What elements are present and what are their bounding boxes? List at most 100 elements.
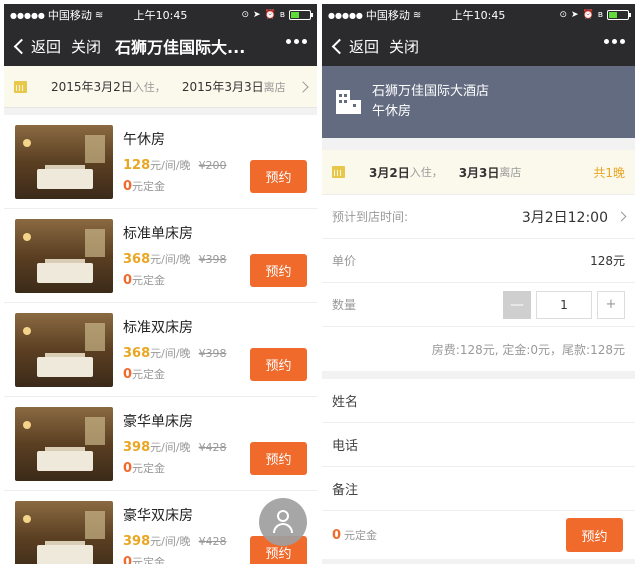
deposit-label: 元定金 [132, 556, 166, 564]
original-price: ¥428 [198, 441, 227, 454]
back-button[interactable]: 返回 [331, 36, 380, 57]
price-value: 368 [123, 346, 151, 361]
checkout-date: 3月3日 [458, 165, 500, 180]
calendar-icon [332, 166, 345, 178]
unit-price-value: 128元 [590, 254, 625, 268]
checkin-suffix: 入住， [409, 166, 443, 179]
back-button[interactable]: 返回 [13, 36, 62, 57]
book-button[interactable]: 预约 [250, 348, 307, 381]
price-value: 398 [123, 534, 151, 549]
status-bar: ●●●●● 中国移动 ≋ 上午10:45 ⊙ ➤ ⏰ ʙ [322, 4, 635, 26]
chevron-left-icon [331, 38, 348, 54]
deposit-label: 元定金 [344, 529, 378, 542]
room-price: 368元/间/晚 ¥398 [123, 251, 227, 267]
room-price: 128元/间/晚 ¥200 [123, 157, 227, 173]
close-button[interactable]: 关闭 [389, 36, 419, 57]
checkin-suffix: 入住， [132, 80, 166, 94]
room-photo [15, 312, 113, 387]
room-name: 豪华双床房 [123, 508, 193, 524]
note-field[interactable]: 备注 [322, 467, 635, 511]
decrement-button[interactable]: — [503, 290, 531, 319]
original-price: ¥398 [198, 253, 227, 266]
original-price: ¥398 [198, 347, 227, 360]
hotel-name: 石狮万佳国际大酒店 [372, 84, 490, 99]
book-button[interactable]: 预约 [250, 254, 307, 287]
room-name: 标准双床房 [123, 320, 193, 336]
battery-icon [289, 10, 313, 20]
building-icon [336, 90, 362, 114]
original-price: ¥428 [198, 535, 227, 548]
nav-bar: 返回 关闭 石狮万佳国际大... [4, 26, 317, 66]
room-photo [15, 406, 113, 481]
back-label: 返回 [31, 37, 62, 56]
more-icon[interactable] [604, 39, 625, 44]
room-list-item[interactable]: 标准单床房 368元/间/晚 ¥398 0元定金 预约 [4, 209, 317, 303]
book-button[interactable]: 预约 [250, 442, 307, 475]
unit-price-row: 单价 128元 [322, 239, 635, 283]
price-value: 128 [123, 158, 151, 173]
deposit-amount: 0 [123, 555, 133, 564]
user-icon [277, 510, 289, 522]
deposit-label: 元定金 [132, 180, 166, 193]
room-photo [15, 500, 113, 564]
user-center-button[interactable] [259, 498, 307, 546]
book-button[interactable]: 预约 [566, 518, 623, 552]
room-list-screen: ●●●●● 中国移动 ≋ 上午10:45 ⊙ ➤ ⏰ ʙ 返回 关闭 石狮万佳国… [4, 4, 317, 564]
unit-price-label: 单价 [332, 254, 357, 268]
room-name: 标准单床房 [123, 226, 193, 242]
arrival-time-value: 3月2日12:00 [521, 209, 608, 226]
quantity-stepper: — 1 + [503, 290, 625, 319]
arrival-time-label: 预计到店时间: [332, 210, 409, 224]
checkin-date: 3月2日 [369, 165, 410, 180]
price-unit: 元/间/晚 [150, 535, 191, 548]
calendar-icon [14, 80, 27, 93]
original-price: ¥200 [198, 159, 227, 172]
quantity-input[interactable]: 1 [536, 290, 592, 319]
close-button[interactable]: 关闭 [71, 36, 101, 57]
deposit-amount: 0 [123, 461, 133, 476]
checkout-suffix: 离店 [263, 80, 286, 94]
checkout-suffix: 离店 [499, 166, 522, 179]
deposit-amount: 0 [123, 179, 133, 194]
deposit-label: 元定金 [132, 274, 166, 287]
price-unit: 元/间/晚 [150, 441, 191, 454]
room-list: 午休房 128元/间/晚 ¥200 0元定金 预约 标准单床房 368元/间/晚 ¥398 0元… [4, 115, 317, 564]
room-list-item[interactable]: 豪华单床房 398元/间/晚 ¥428 0元定金 预约 [4, 397, 317, 491]
quantity-label: 数量 [332, 298, 357, 312]
checkin-date: 2015年3月2日 [51, 80, 133, 94]
nights-count: 共1晚 [593, 165, 625, 180]
arrival-time-row[interactable]: 预计到店时间: 3月2日12:00 [322, 195, 635, 239]
name-field[interactable]: 姓名 [322, 379, 635, 423]
clock: 上午10:45 [451, 9, 506, 22]
quantity-row: 数量 — 1 + [322, 283, 635, 327]
room-name: 午休房 [123, 132, 165, 148]
deposit-amount: 0 [123, 367, 133, 382]
guest-form: 姓名 电话 备注 [322, 379, 635, 511]
booking-screen: ●●●●● 中国移动 ≋ 上午10:45 ⊙ ➤ ⏰ ʙ 返回 关闭 石狮万佳国… [322, 4, 635, 564]
room-deposit: 0元定金 [123, 366, 227, 382]
deposit-amount: 0 [123, 273, 133, 288]
fee-summary: 房费:128元, 定金:0元，尾款:128元 [322, 327, 635, 371]
price-unit: 元/间/晚 [150, 253, 191, 266]
room-list-item[interactable]: 午休房 128元/间/晚 ¥200 0元定金 预约 [4, 115, 317, 209]
back-label: 返回 [349, 37, 380, 56]
room-price: 398元/间/晚 ¥428 [123, 533, 227, 549]
chevron-right-icon [297, 80, 309, 93]
phone-field[interactable]: 电话 [322, 423, 635, 467]
more-icon[interactable] [286, 39, 307, 44]
deposit-label: 元定金 [132, 462, 166, 475]
price-value: 398 [123, 440, 151, 455]
room-type: 午休房 [372, 104, 412, 119]
room-list-item[interactable]: 标准双床房 368元/间/晚 ¥398 0元定金 预约 [4, 303, 317, 397]
hotel-header: 石狮万佳国际大酒店 午休房 [322, 66, 635, 138]
booking-footer: 0 元定金 预约 [322, 511, 635, 559]
book-button[interactable]: 预约 [250, 160, 307, 193]
room-deposit: 0元定金 [123, 178, 227, 194]
price-unit: 元/间/晚 [150, 159, 191, 172]
date-selector[interactable]: 2015年3月2日 入住， 2015年3月3日 离店 [4, 66, 317, 108]
room-name: 豪华单床房 [123, 414, 193, 430]
deposit-label: 元定金 [132, 368, 166, 381]
deposit-amount: 0 [332, 527, 342, 543]
room-price: 398元/间/晚 ¥428 [123, 439, 227, 455]
increment-button[interactable]: + [597, 290, 625, 319]
